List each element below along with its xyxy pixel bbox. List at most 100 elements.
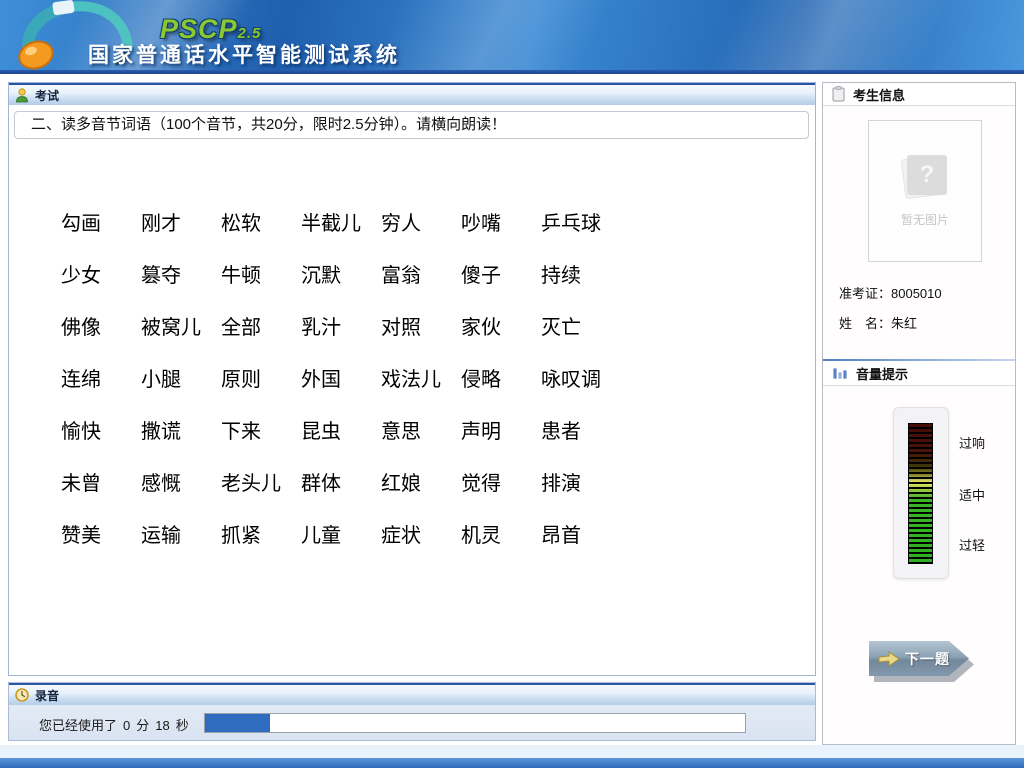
volume-section-title: 音量提示 — [856, 364, 908, 383]
word-item: 意思 — [381, 415, 461, 444]
word-item: 傻子 — [461, 259, 541, 288]
word-item: 半截儿 — [301, 207, 381, 236]
time-prefix: 您已经使用了 — [39, 718, 117, 733]
candidate-sidebar: 考生信息 ? 暂无图片 准考证：8005010 姓 名：朱红 音量提示 — [822, 82, 1016, 745]
word-item: 牛顿 — [221, 259, 301, 288]
word-item: 下来 — [221, 415, 301, 444]
word-item: 原则 — [221, 363, 301, 392]
time-seconds-unit: 秒 — [176, 718, 189, 733]
word-item: 侵略 — [461, 363, 541, 392]
word-item: 灭亡 — [541, 311, 621, 340]
recording-progress-fill — [205, 714, 270, 732]
word-item: 患者 — [541, 415, 621, 444]
bar-chart-icon — [832, 366, 848, 380]
app-title: 国家普通话水平智能测试系统 — [88, 39, 400, 69]
instruction-text: 二、读多音节词语（100个音节，共20分，限时2.5分钟）。请横向朗读！ — [14, 111, 809, 139]
exam-panel-title: 考试 — [35, 87, 59, 104]
name-value: 朱红 — [891, 316, 917, 331]
word-item: 被窝儿 — [141, 311, 221, 340]
elapsed-time-text: 您已经使用了0分18秒 — [39, 715, 195, 734]
word-row: 佛像被窝儿全部乳汁对照家伙灭亡 — [61, 299, 621, 351]
word-item: 勾画 — [61, 207, 141, 236]
volume-section-header: 音量提示 — [823, 361, 1015, 386]
word-item: 穷人 — [381, 207, 461, 236]
app-window: PSCP2.5 国家普通话水平智能测试系统 考试 二、读多音节词语（100个音节… — [0, 0, 1024, 768]
word-item: 咏叹调 — [541, 363, 621, 392]
word-item: 抓紧 — [221, 519, 301, 548]
word-item: 老头儿 — [221, 467, 301, 496]
word-item: 少女 — [61, 259, 141, 288]
footer-strip — [0, 758, 1024, 768]
examinee-icon — [15, 88, 29, 103]
clipboard-icon — [832, 86, 845, 102]
word-item: 全部 — [221, 311, 301, 340]
candidate-info-title: 考生信息 — [853, 85, 905, 104]
word-row: 勾画刚才松软半截儿穷人吵嘴乒乓球 — [61, 195, 621, 247]
word-row: 少女篡夺牛顿沉默富翁傻子持续 — [61, 247, 621, 299]
word-row: 连绵小腿原则外国戏法儿侵略咏叹调 — [61, 351, 621, 403]
word-item: 声明 — [461, 415, 541, 444]
no-image-label: 暂无图片 — [869, 211, 981, 228]
word-item: 松软 — [221, 207, 301, 236]
word-item: 运输 — [141, 519, 221, 548]
time-minutes-unit: 分 — [136, 718, 149, 733]
arrow-right-icon — [878, 651, 900, 667]
word-item: 机灵 — [461, 519, 541, 548]
candidate-photo-placeholder: ? 暂无图片 — [868, 120, 982, 262]
exam-panel-header: 考试 — [9, 83, 815, 105]
next-button-label: 下一题 — [905, 649, 950, 669]
no-image-icon: ? — [907, 155, 947, 195]
word-item: 吵嘴 — [461, 207, 541, 236]
word-item: 佛像 — [61, 311, 141, 340]
word-item: 昆虫 — [301, 415, 381, 444]
volume-label-moderate: 适中 — [959, 485, 985, 504]
exam-panel: 考试 二、读多音节词语（100个音节，共20分，限时2.5分钟）。请横向朗读！ … — [8, 82, 816, 676]
recording-panel-header: 录音 — [9, 683, 815, 705]
word-item: 觉得 — [461, 467, 541, 496]
word-item: 乒乓球 — [541, 207, 621, 236]
word-item: 撒谎 — [141, 415, 221, 444]
word-row: 未曾感慨老头儿群体红娘觉得排演 — [61, 455, 621, 507]
volume-meter — [908, 423, 933, 564]
word-item: 刚才 — [141, 207, 221, 236]
word-grid: 勾画刚才松软半截儿穷人吵嘴乒乓球少女篡夺牛顿沉默富翁傻子持续佛像被窝儿全部乳汁对… — [61, 195, 621, 559]
word-item: 富翁 — [381, 259, 461, 288]
volume-meter-panel — [893, 407, 949, 579]
word-item: 篡夺 — [141, 259, 221, 288]
word-item: 昂首 — [541, 519, 621, 548]
word-item: 持续 — [541, 259, 621, 288]
ticket-number-line: 准考证：8005010 — [839, 283, 942, 302]
word-item: 戏法儿 — [381, 363, 461, 392]
word-item: 排演 — [541, 467, 621, 496]
header-separator — [0, 70, 1024, 74]
candidate-info-header: 考生信息 — [823, 83, 1015, 106]
volume-label-quiet: 过轻 — [959, 535, 985, 554]
word-item: 小腿 — [141, 363, 221, 392]
word-item: 赞美 — [61, 519, 141, 548]
next-question-button[interactable]: 下一题 — [869, 641, 969, 676]
clock-icon — [15, 688, 29, 702]
word-item: 症状 — [381, 519, 461, 548]
word-item: 外国 — [301, 363, 381, 392]
word-row: 赞美运输抓紧儿童症状机灵昂首 — [61, 507, 621, 559]
volume-label-loud: 过响 — [959, 433, 985, 452]
word-item: 未曾 — [61, 467, 141, 496]
word-item: 愉快 — [61, 415, 141, 444]
word-item: 连绵 — [61, 363, 141, 392]
name-label: 姓 名： — [839, 316, 891, 331]
recording-progress-bar — [204, 713, 746, 733]
recording-panel-title: 录音 — [35, 687, 59, 704]
time-minutes: 0 — [123, 718, 130, 733]
app-header: PSCP2.5 国家普通话水平智能测试系统 — [0, 0, 1024, 70]
ticket-label: 准考证： — [839, 286, 891, 301]
word-item: 家伙 — [461, 311, 541, 340]
next-button-wrap: 下一题 — [869, 641, 975, 682]
name-line: 姓 名：朱红 — [839, 313, 917, 332]
recording-panel: 录音 您已经使用了0分18秒 — [8, 682, 816, 741]
word-row: 愉快撒谎下来昆虫意思声明患者 — [61, 403, 621, 455]
word-item: 感慨 — [141, 467, 221, 496]
word-item: 群体 — [301, 467, 381, 496]
word-item: 对照 — [381, 311, 461, 340]
ticket-value: 8005010 — [891, 286, 942, 301]
word-item: 沉默 — [301, 259, 381, 288]
